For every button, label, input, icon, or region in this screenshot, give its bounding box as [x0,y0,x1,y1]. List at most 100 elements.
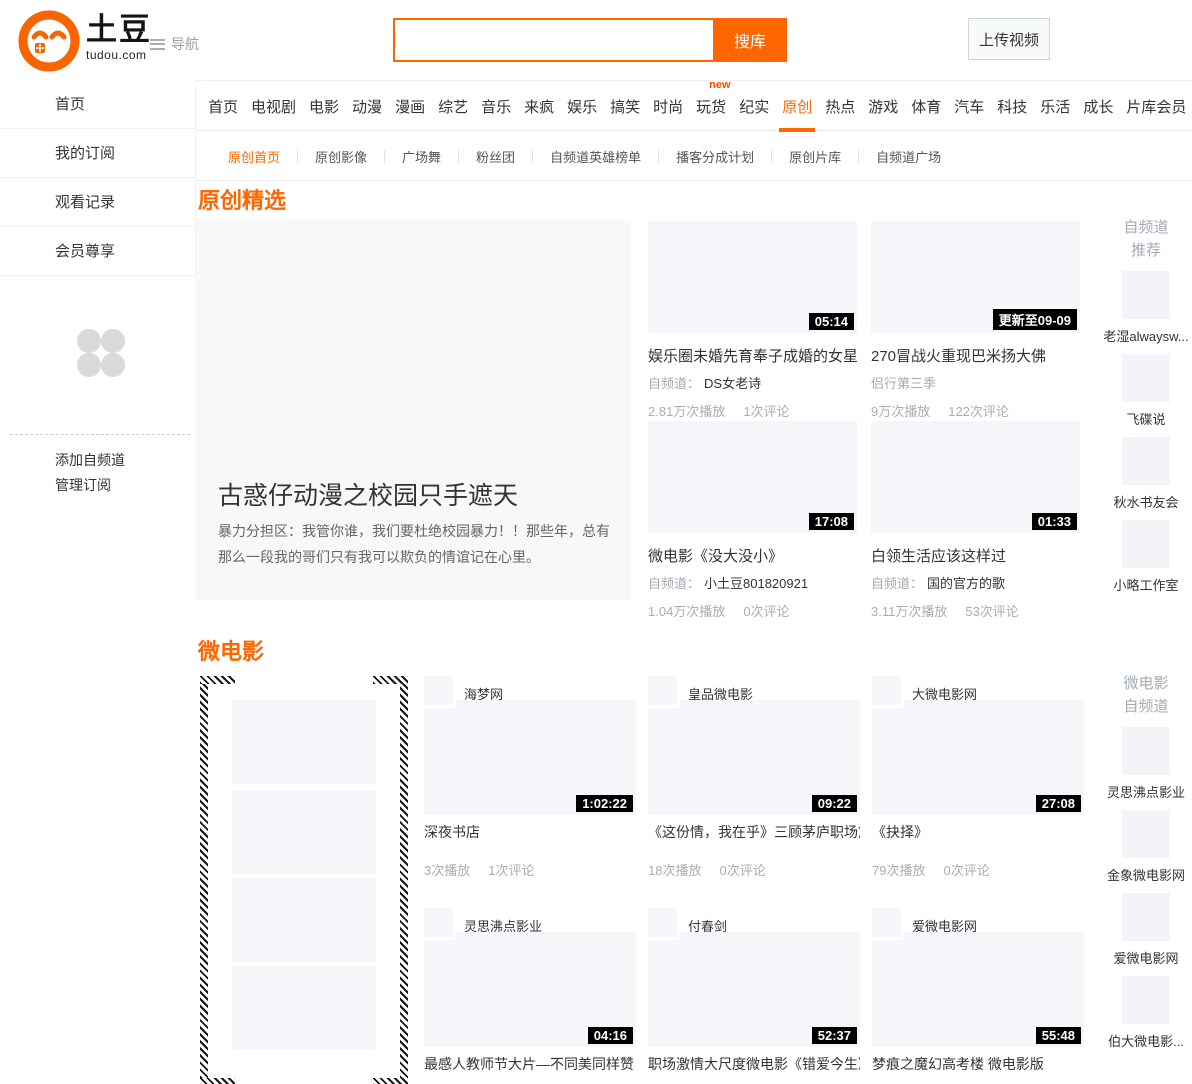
channel-avatar[interactable] [1122,271,1170,319]
nav-item[interactable]: 电影 [309,81,339,131]
upload-video-button[interactable]: 上传视频 [968,18,1050,60]
micro-video-card[interactable]: 皇品微电影 09:22 《这份情，我在乎》三顾茅庐职场篇 18次播放 0次评论 [648,676,860,888]
micro-video-card[interactable]: 爱微电影网 55:48 梦痕之魔幻高考楼 微电影版 [872,908,1084,1084]
film-strip-carousel[interactable] [200,676,408,1084]
nav-item-active[interactable]: 原创 [779,81,816,132]
strip-thumbnail[interactable] [232,878,376,962]
sidebar-item-vip[interactable]: 会员尊享 [0,227,195,276]
sidebar-item-home[interactable]: 首页 [0,80,195,129]
subnav-item[interactable]: 自频道广场 [859,147,958,166]
nav-item[interactable]: 电视剧 [251,81,296,131]
add-channel-link[interactable]: 添加自频道 [55,450,125,470]
video-thumbnail[interactable]: 1:02:22 [424,700,636,815]
video-thumbnail[interactable]: 04:16 [424,932,636,1047]
search-button[interactable]: 搜库 [713,18,787,62]
nav-item[interactable]: 首页 [208,81,238,131]
video-card[interactable]: 01:33 白领生活应该这样过 自频道： 国的官方的歌 3.11万次播放 53次评论 [871,421,1080,620]
subnav-item-active[interactable]: 原创首页 [211,147,297,166]
nav-item[interactable]: 成长 [1083,81,1113,131]
micro-video-card[interactable]: 灵思沸点影业 04:16 最感人教师节大片—不同美同样赞 [424,908,636,1084]
rail-channel[interactable]: 灵思沸点影业 [1100,727,1192,801]
nav-item[interactable]: 体育 [911,81,941,131]
nav-item-vip[interactable]: 会员 [1156,81,1186,131]
channel-avatar[interactable] [872,676,904,708]
video-title[interactable]: 《抉择》 [872,822,1084,842]
hero-video-card[interactable]: 古惑仔动漫之校园只手遮天 暴力分担区：我管你谁，我们要杜绝校园暴力！！那些年，总… [196,220,631,600]
video-card[interactable]: 05:14 娱乐圈未婚先育奉子成婚的女星 自频道： DS女老诗 2.81万次播放 1… [648,221,857,420]
channel-avatar[interactable] [1122,893,1170,941]
rail-channel[interactable]: 秋水书友会 [1100,437,1192,511]
channel-name[interactable]: 灵思沸点影业 [1100,782,1192,801]
nav-item-with-new-badge[interactable]: 玩货 new [696,79,730,131]
video-thumbnail[interactable]: 17:08 [648,421,857,533]
micro-video-card[interactable]: 付春剑 52:37 职场激情大尺度微电影《错爱今生》 [648,908,860,1084]
nav-item[interactable]: 时尚 [653,81,683,131]
nav-item[interactable]: 来疯 [524,81,554,131]
video-thumbnail[interactable]: 09:22 [648,700,860,815]
channel-avatar[interactable] [1122,437,1170,485]
nav-item[interactable]: 娱乐 [567,81,597,131]
nav-item[interactable]: 搞笑 [610,81,640,131]
video-title[interactable]: 微电影《没大没小》 [648,545,857,566]
channel-avatar[interactable] [648,676,680,708]
rail-channel[interactable]: 爱微电影网 [1100,893,1192,967]
nav-item[interactable]: 音乐 [481,81,511,131]
micro-video-card[interactable]: 海梦网 1:02:22 深夜书店 3次播放 1次评论 [424,676,636,888]
channel-avatar[interactable] [424,676,456,708]
channel-avatar[interactable] [1122,976,1170,1024]
nav-item[interactable]: 动漫 [352,81,382,131]
subnav-item[interactable]: 自频道英雄榜单 [533,147,658,166]
nav-item[interactable]: 游戏 [868,81,898,131]
video-thumbnail[interactable]: 27:08 [872,700,1084,815]
video-title[interactable]: 职场激情大尺度微电影《错爱今生》 [648,1054,860,1074]
subnav-item[interactable]: 粉丝团 [459,147,532,166]
tudou-logo[interactable]: 土豆 tudou.com [18,10,152,72]
rail-channel[interactable]: 伯大微电影... [1100,976,1192,1050]
channel-avatar[interactable] [872,908,904,940]
channel-name[interactable]: 爱微电影网 [1100,948,1192,967]
channel-avatar[interactable] [424,908,456,940]
nav-item[interactable]: 科技 [997,81,1027,131]
channel-name[interactable]: 老湿alwaysw... [1100,326,1192,345]
video-title[interactable]: 娱乐圈未婚先育奉子成婚的女星 [648,345,857,366]
channel-name[interactable]: 飞碟说 [1100,409,1192,428]
manage-subscriptions-link[interactable]: 管理订阅 [55,475,111,495]
video-title[interactable]: 《这份情，我在乎》三顾茅庐职场篇 [648,822,860,842]
channel-avatar[interactable] [1122,727,1170,775]
nav-item[interactable]: 漫画 [395,81,425,131]
subnav-item[interactable]: 原创片库 [772,147,858,166]
nav-item[interactable]: 乐活 [1040,81,1070,131]
channel-avatar[interactable] [648,908,680,940]
subnav-item[interactable]: 原创影像 [298,147,384,166]
nav-item[interactable]: 片库 [1126,81,1156,131]
video-card[interactable]: 更新至09-09 270冒战火重现巴米扬大佛 侣行第三季 9万次播放 122次评论 [871,221,1080,420]
video-title[interactable]: 梦痕之魔幻高考楼 微电影版 [872,1054,1084,1074]
channel-name[interactable]: 小略工作室 [1100,575,1192,594]
video-thumbnail[interactable]: 01:33 [871,421,1080,533]
channel-name[interactable]: 秋水书友会 [1100,492,1192,511]
video-title[interactable]: 270冒战火重现巴米扬大佛 [871,345,1080,366]
video-title[interactable]: 深夜书店 [424,822,636,842]
video-thumbnail[interactable]: 05:14 [648,221,857,333]
rail-channel[interactable]: 金象微电影网 [1100,810,1192,884]
strip-thumbnail[interactable] [232,700,376,784]
nav-item[interactable]: 综艺 [438,81,468,131]
channel-avatar[interactable] [1122,354,1170,402]
micro-video-card[interactable]: 大微电影网 27:08 《抉择》 79次播放 0次评论 [872,676,1084,888]
nav-item[interactable]: 纪实 [739,81,769,131]
rail-channel[interactable]: 飞碟说 [1100,354,1192,428]
search-input[interactable] [393,18,713,62]
sidebar-item-subscriptions[interactable]: 我的订阅 [0,129,195,178]
video-thumbnail[interactable]: 更新至09-09 [871,221,1080,333]
channel-avatar[interactable] [1122,810,1170,858]
nav-item[interactable]: 热点 [825,81,855,131]
nav-toggle-button[interactable]: 导航 [150,34,199,54]
subnav-item[interactable]: 播客分成计划 [659,147,771,166]
strip-thumbnail[interactable] [232,966,376,1050]
nav-item[interactable]: 汽车 [954,81,984,131]
channel-name[interactable]: 金象微电影网 [1100,865,1192,884]
strip-thumbnail[interactable] [232,790,376,874]
channel-avatar[interactable] [1122,520,1170,568]
video-thumbnail[interactable]: 55:48 [872,932,1084,1047]
video-card[interactable]: 17:08 微电影《没大没小》 自频道： 小土豆801820921 1.04万次播… [648,421,857,620]
